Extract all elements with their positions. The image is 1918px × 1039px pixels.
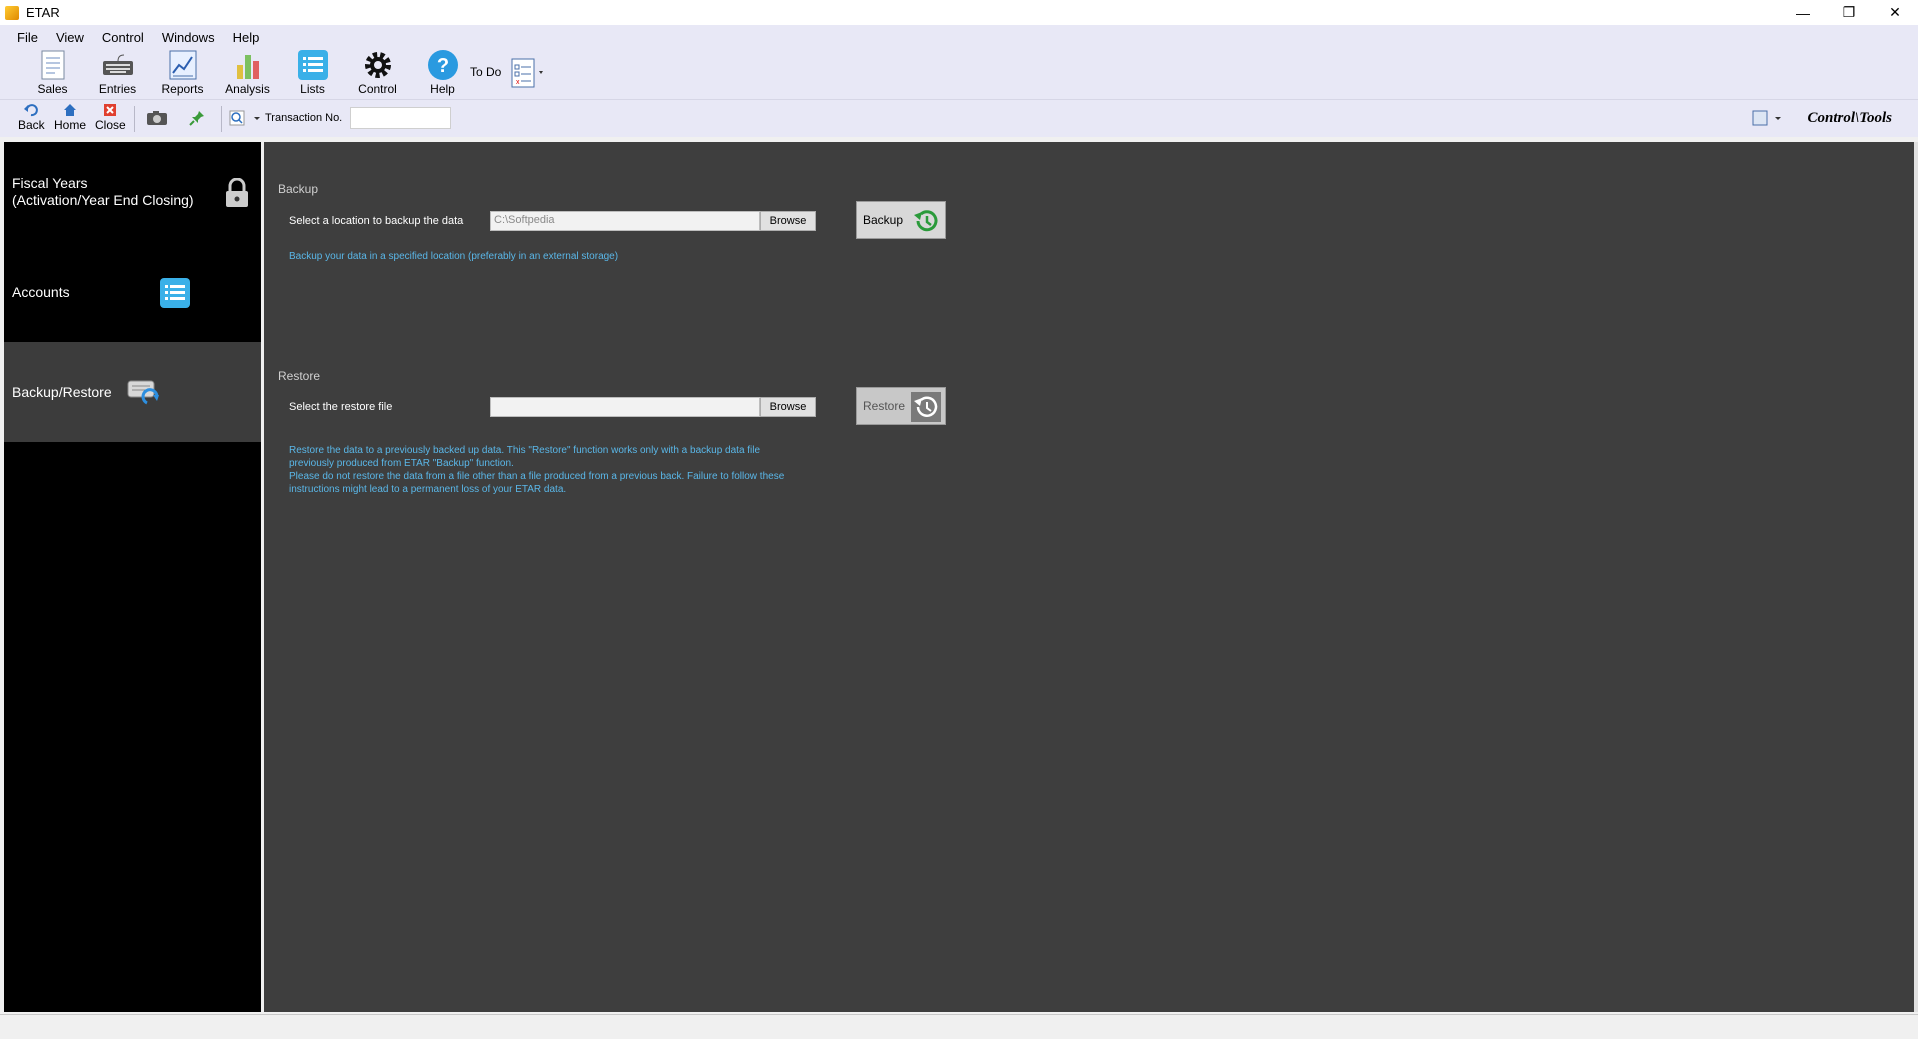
- reports-icon: [166, 48, 200, 82]
- main-toolbar: Sales Entries Reports Analysis Lists Con…: [20, 48, 475, 96]
- ribbon: File View Control Windows Help Sales Ent…: [0, 25, 1918, 99]
- list-icon: [160, 278, 190, 308]
- reports-button[interactable]: Reports: [150, 48, 215, 96]
- svg-text:?: ?: [436, 55, 448, 77]
- menu-help[interactable]: Help: [224, 28, 269, 47]
- restore-info-line: Please do not restore the data from a fi…: [289, 471, 785, 482]
- secondary-toolbar: Back Home Close Transaction No. Control\…: [0, 99, 1918, 137]
- svg-text:x: x: [516, 79, 520, 86]
- back-label: Back: [18, 118, 45, 132]
- toolbar-divider: [134, 106, 135, 132]
- menu-windows[interactable]: Windows: [153, 28, 224, 47]
- lock-icon: [226, 178, 248, 207]
- restore-info-line: previously produced from ETAR "Backup" f…: [289, 458, 514, 469]
- help-icon: ?: [426, 48, 460, 82]
- transaction-label: Transaction No.: [265, 112, 343, 124]
- backup-section-title: Backup: [278, 182, 319, 196]
- restore-button[interactable]: Restore: [856, 387, 946, 425]
- home-button[interactable]: Home: [54, 102, 86, 132]
- status-bar: [0, 1014, 1918, 1039]
- restore-browse-button[interactable]: Browse: [760, 397, 816, 417]
- home-label: Home: [54, 118, 87, 132]
- camera-icon[interactable]: [146, 110, 168, 126]
- right-edge: [1914, 142, 1918, 1012]
- title-bar: ETAR — ❐ ✕: [0, 0, 1918, 25]
- nav-item-label: Accounts: [12, 284, 70, 300]
- analysis-icon: [231, 48, 265, 82]
- restore-info-line: instructions might lead to a permanent l…: [289, 484, 567, 495]
- lists-button[interactable]: Lists: [280, 48, 345, 96]
- lists-label: Lists: [300, 82, 325, 96]
- sales-button[interactable]: Sales: [20, 48, 85, 96]
- left-navigation: Fiscal Years (Activation/Year End Closin…: [4, 142, 261, 1012]
- back-button[interactable]: Back: [18, 102, 45, 132]
- backup-button-label: Backup: [863, 213, 904, 227]
- nav-item-accounts[interactable]: Accounts: [4, 242, 261, 342]
- restore-file-label: Select the restore file: [289, 401, 393, 413]
- main-panel: Backup Select a location to backup the d…: [264, 142, 1914, 1012]
- minimize-button[interactable]: —: [1780, 0, 1826, 25]
- toolbar-divider: [221, 106, 222, 132]
- nav-item-label: Backup/Restore: [12, 384, 112, 400]
- home-icon: [64, 104, 76, 116]
- list-icon: [296, 48, 330, 82]
- transaction-input[interactable]: [350, 107, 451, 129]
- close-window-button[interactable]: ✕: [1872, 0, 1918, 25]
- help-button[interactable]: ? Help: [410, 48, 475, 96]
- entries-label: Entries: [98, 82, 137, 96]
- analysis-button[interactable]: Analysis: [215, 48, 280, 96]
- backup-info-text: Backup your data in a specified location…: [289, 251, 619, 262]
- help-label: Help: [430, 82, 455, 96]
- menu-bar: File View Control Windows Help: [8, 28, 268, 47]
- entries-button[interactable]: Entries: [85, 48, 150, 96]
- restore-path-field[interactable]: [490, 397, 760, 417]
- restore-section-title: Restore: [278, 369, 321, 383]
- backup-history-icon: [914, 210, 938, 232]
- backup-path-field[interactable]: C:\Softpedia: [490, 211, 760, 231]
- restore-info-line: Restore the data to a previously backed …: [289, 445, 761, 456]
- backup-location-label: Select a location to backup the data: [289, 215, 464, 227]
- app-icon: [5, 5, 19, 20]
- backup-browse-button[interactable]: Browse: [760, 211, 816, 231]
- menu-control[interactable]: Control: [93, 28, 153, 47]
- keyboard-icon: [101, 48, 135, 82]
- window-title: ETAR: [26, 5, 60, 20]
- reports-label: Reports: [161, 82, 204, 96]
- analysis-label: Analysis: [225, 82, 270, 96]
- back-arrow-icon: [24, 104, 39, 117]
- backup-button[interactable]: Backup: [856, 201, 946, 239]
- control-label: Control: [358, 82, 397, 96]
- nav-item-label: Fiscal Years (Activation/Year End Closin…: [12, 175, 194, 208]
- backup-drive-icon: [127, 380, 159, 405]
- restore-history-icon: [911, 392, 941, 422]
- control-button[interactable]: Control: [345, 48, 410, 96]
- search-dropdown[interactable]: [229, 110, 263, 126]
- todo-icon: x: [511, 58, 543, 88]
- sales-label: Sales: [37, 82, 68, 96]
- window-controls: — ❐ ✕: [1780, 0, 1918, 25]
- close-button[interactable]: Close: [95, 102, 126, 132]
- gear-icon: [361, 48, 395, 82]
- menu-file[interactable]: File: [8, 28, 47, 47]
- menu-view[interactable]: View: [47, 28, 93, 47]
- breadcrumb: Control\Tools: [1807, 110, 1892, 126]
- nav-item-fiscal-years[interactable]: Fiscal Years (Activation/Year End Closin…: [4, 142, 261, 242]
- nav-item-backup-restore[interactable]: Backup/Restore: [4, 342, 261, 442]
- pin-icon[interactable]: [189, 110, 205, 126]
- close-label: Close: [95, 118, 126, 132]
- sales-icon: [36, 48, 70, 82]
- todo-dropdown[interactable]: x: [510, 57, 543, 89]
- close-icon: [104, 104, 117, 116]
- todo-label: To Do: [470, 65, 502, 79]
- restore-info-text: Restore the data to a previously backed …: [289, 444, 784, 496]
- restore-button-label: Restore: [863, 399, 906, 413]
- window-layout-dropdown[interactable]: [1752, 110, 1784, 126]
- restore-button[interactable]: ❐: [1826, 0, 1872, 25]
